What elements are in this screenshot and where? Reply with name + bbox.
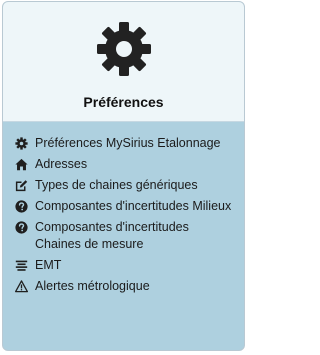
question-circle-icon <box>15 200 28 213</box>
text-align-icon <box>15 259 28 272</box>
menu-item-label: Types de chaines génériques <box>35 178 198 192</box>
panel-title: Préférences <box>83 94 164 110</box>
gear-icon <box>15 137 28 150</box>
preferences-panel: Préférences Préférences MySirius Etalonn… <box>2 1 245 351</box>
menu-item-preferences-mysirius[interactable]: Préférences MySirius Etalonnage <box>15 135 238 152</box>
menu-item-label: Alertes métrologique <box>35 279 150 293</box>
warning-icon <box>15 280 28 293</box>
preferences-menu: Préférences MySirius Etalonnage Adresses… <box>3 122 244 295</box>
menu-item-alertes[interactable]: Alertes métrologique <box>15 278 238 295</box>
menu-item-label: Préférences MySirius Etalonnage <box>35 136 221 150</box>
menu-item-emt[interactable]: EMT <box>15 257 238 274</box>
menu-item-label: Composantes d'incertitudes Chaines de me… <box>35 220 189 251</box>
menu-item-composantes-milieux[interactable]: Composantes d'incertitudes Milieux <box>15 198 238 215</box>
edit-icon <box>15 179 28 192</box>
panel-header: Préférences <box>3 2 244 122</box>
menu-item-adresses[interactable]: Adresses <box>15 156 238 173</box>
menu-item-types-chaines[interactable]: Types de chaines génériques <box>15 177 238 194</box>
menu-item-label: Adresses <box>35 157 88 171</box>
menu-item-composantes-chaines[interactable]: Composantes d'incertitudes Chaines de me… <box>15 219 238 253</box>
menu-item-label: Composantes d'incertitudes Milieux <box>35 199 232 213</box>
gear-icon <box>94 19 154 79</box>
home-icon <box>15 158 28 171</box>
question-circle-icon <box>15 221 28 234</box>
menu-item-label: EMT <box>35 258 62 272</box>
